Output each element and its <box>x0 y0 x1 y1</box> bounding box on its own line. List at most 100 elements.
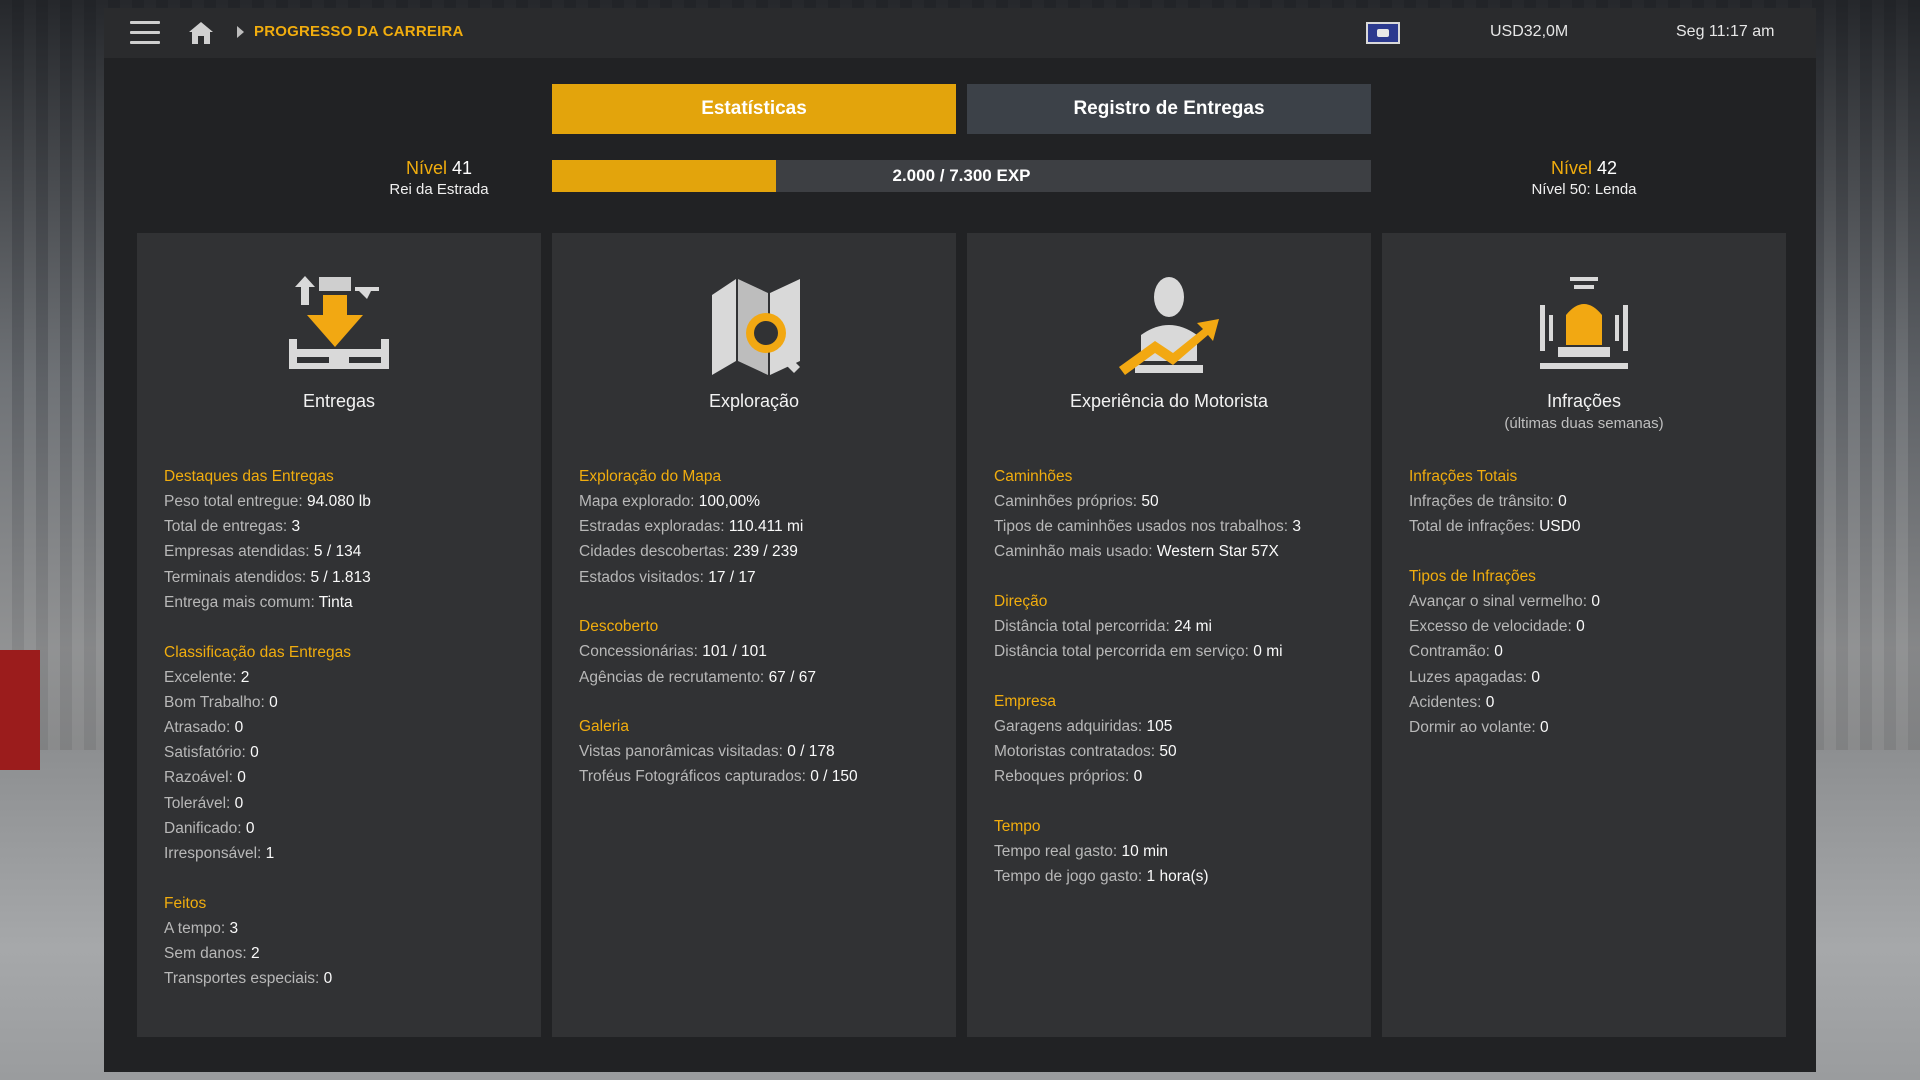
stat-row: Caminhão mais usado: Western Star 57X <box>994 543 1279 561</box>
tool-cabinet <box>0 650 40 770</box>
level-label: Nível <box>1550 158 1592 178</box>
section-title: Feitos <box>164 894 207 912</box>
card-driver-experience: Experiência do Motorista Caminhões Camin… <box>967 233 1371 1037</box>
game-clock: Seg 11:17 am <box>1676 23 1775 40</box>
level-number: 42 <box>1597 158 1618 178</box>
breadcrumb-arrow-icon <box>237 26 244 38</box>
stat-row: Caminhões próprios: 50 <box>994 493 1159 510</box>
current-level: Nível 41 Rei da Estrada <box>289 158 589 198</box>
section-title: Caminhões <box>994 468 1073 485</box>
stat-row: Vistas panorâmicas visitadas: 0 / 178 <box>579 743 835 761</box>
stat-row: Avançar o sinal vermelho: 0 <box>1409 592 1600 610</box>
money-balance: USD32,0M <box>1490 23 1569 40</box>
flag-icon <box>1366 22 1400 44</box>
section-time: Tempo Tempo real gasto: 10 min Tempo de … <box>994 814 1361 889</box>
stat-row: Irresponsável: 1 <box>164 844 275 862</box>
stat-row: Total de entregas: 3 <box>164 518 301 536</box>
stat-row: Entrega mais comum: Tinta <box>164 593 353 611</box>
stat-row: Garagens adquiridas: 105 <box>994 718 1173 736</box>
card-body: Destaques das Entregas Peso total entreg… <box>164 464 531 1016</box>
alarm-siren-icon <box>1540 277 1628 369</box>
hamburger-menu-icon[interactable] <box>130 21 160 45</box>
section-title: Galeria <box>579 718 629 736</box>
card-deliveries: Entregas Destaques das Entregas Peso tot… <box>137 233 541 1037</box>
stat-row: Excesso de velocidade: 0 <box>1409 618 1585 636</box>
career-progress-panel: Estatísticas Registro de Entregas Nível … <box>104 58 1816 1072</box>
breadcrumb[interactable]: PROGRESSO DA CARREIRA <box>254 23 464 40</box>
stat-row: Estados visitados: 17 / 17 <box>579 568 756 586</box>
stat-row: Infrações de trânsito: 0 <box>1409 493 1567 510</box>
stat-row: Bom Trabalho: 0 <box>164 693 278 711</box>
stat-row: Reboques próprios: 0 <box>994 768 1143 786</box>
stat-row: Total de infrações: USD0 <box>1409 518 1581 536</box>
stat-row: Atrasado: 0 <box>164 718 244 736</box>
section-title: Exploração do Mapa <box>579 468 722 485</box>
section-achievements: Feitos A tempo: 3 Sem danos: 2 Transport… <box>164 891 531 992</box>
section-title: Descoberto <box>579 618 659 636</box>
driver-growth-icon <box>1119 277 1219 375</box>
card-title: Exploração <box>708 391 800 411</box>
section-delivery-ratings: Classificação das Entregas Excelente: 2 … <box>164 640 531 867</box>
card-title: Experiência do Motorista <box>1069 391 1269 411</box>
stat-row: Sem danos: 2 <box>164 944 260 962</box>
card-infractions: Infrações (últimas duas semanas) Infraçõ… <box>1382 233 1786 1037</box>
card-title: Entregas <box>302 391 376 411</box>
stat-row: Satisfatório: 0 <box>164 744 259 762</box>
stat-row: Distância total percorrida em serviço: 0… <box>994 643 1283 661</box>
card-title: Infrações <box>1546 391 1622 411</box>
section-infraction-types: Tipos de Infrações Avançar o sinal verme… <box>1409 564 1776 740</box>
stat-row: Acidentes: 0 <box>1409 693 1495 711</box>
stat-row: Tipos de caminhões usados nos trabalhos:… <box>994 518 1302 536</box>
section-title: Tempo <box>994 818 1041 836</box>
section-delivery-highlights: Destaques das Entregas Peso total entreg… <box>164 464 531 615</box>
stat-row: Motoristas contratados: 50 <box>994 743 1177 761</box>
tab-statistics[interactable]: Estatísticas <box>552 84 956 134</box>
stat-row: Empresas atendidas: 5 / 134 <box>164 543 362 561</box>
level-title: Rei da Estrada <box>389 181 489 198</box>
section-title: Direção <box>994 593 1048 611</box>
section-gallery: Galeria Vistas panorâmicas visitadas: 0 … <box>579 714 946 789</box>
stat-row: Razoável: 0 <box>164 769 246 787</box>
home-icon[interactable] <box>188 20 214 46</box>
card-subtitle: (últimas duas semanas) <box>1504 415 1664 432</box>
stat-row: Concessionárias: 101 / 101 <box>579 643 767 661</box>
map-search-icon <box>712 279 800 375</box>
stat-row: Terminais atendidos: 5 / 1.813 <box>164 568 371 586</box>
stat-row: Luzes apagadas: 0 <box>1409 668 1540 686</box>
stat-row: Transportes especiais: 0 <box>164 970 333 988</box>
stat-row: Peso total entregue: 94.080 lb <box>164 493 371 510</box>
stat-row: Excelente: 2 <box>164 668 250 686</box>
stat-row: Agências de recrutamento: 67 / 67 <box>579 668 816 686</box>
level-number: 41 <box>452 158 473 178</box>
stat-row: Estradas exploradas: 110.411 mi <box>579 518 804 536</box>
section-title: Destaques das Entregas <box>164 468 334 485</box>
section-trucks: Caminhões Caminhões próprios: 50 Tipos d… <box>994 464 1361 565</box>
xp-text: 2.000 / 7.300 EXP <box>892 166 1031 185</box>
card-body: Infrações Totais Infrações de trânsito: … <box>1409 464 1776 765</box>
card-body: Exploração do Mapa Mapa explorado: 100,0… <box>579 464 946 814</box>
card-exploration: Exploração Exploração do Mapa Mapa explo… <box>552 233 956 1037</box>
stat-row: Dormir ao volante: 0 <box>1409 718 1549 736</box>
top-bar: PROGRESSO DA CARREIRA USD32,0M Seg 11:17… <box>104 8 1816 58</box>
card-body: Caminhões Caminhões próprios: 50 Tipos d… <box>994 464 1361 914</box>
stat-row: Tempo real gasto: 10 min <box>994 843 1169 861</box>
xp-progress-bar: 2.000 / 7.300 EXP <box>552 160 1371 192</box>
section-title: Empresa <box>994 693 1057 711</box>
section-title: Infrações Totais <box>1409 468 1518 485</box>
stat-row: A tempo: 3 <box>164 919 239 937</box>
stat-row: Cidades descobertas: 239 / 239 <box>579 543 798 561</box>
stat-row: Troféus Fotográficos capturados: 0 / 150 <box>579 768 858 786</box>
stat-row: Danificado: 0 <box>164 819 255 837</box>
tab-delivery-log[interactable]: Registro de Entregas <box>967 84 1371 134</box>
stat-row: Distância total percorrida: 24 mi <box>994 618 1212 636</box>
stat-row: Contramão: 0 <box>1409 643 1503 661</box>
section-title: Tipos de Infrações <box>1409 567 1536 585</box>
delivery-icon <box>289 276 389 369</box>
section-map-exploration: Exploração do Mapa Mapa explorado: 100,0… <box>579 464 946 590</box>
section-total-infractions: Infrações Totais Infrações de trânsito: … <box>1409 464 1776 539</box>
stat-row: Mapa explorado: 100,00% <box>579 493 760 510</box>
level-label: Nível <box>405 158 447 178</box>
section-driving: Direção Distância total percorrida: 24 m… <box>994 589 1361 664</box>
section-company: Empresa Garagens adquiridas: 105 Motoris… <box>994 689 1361 790</box>
section-discovered: Descoberto Concessionárias: 101 / 101 Ag… <box>579 614 946 689</box>
